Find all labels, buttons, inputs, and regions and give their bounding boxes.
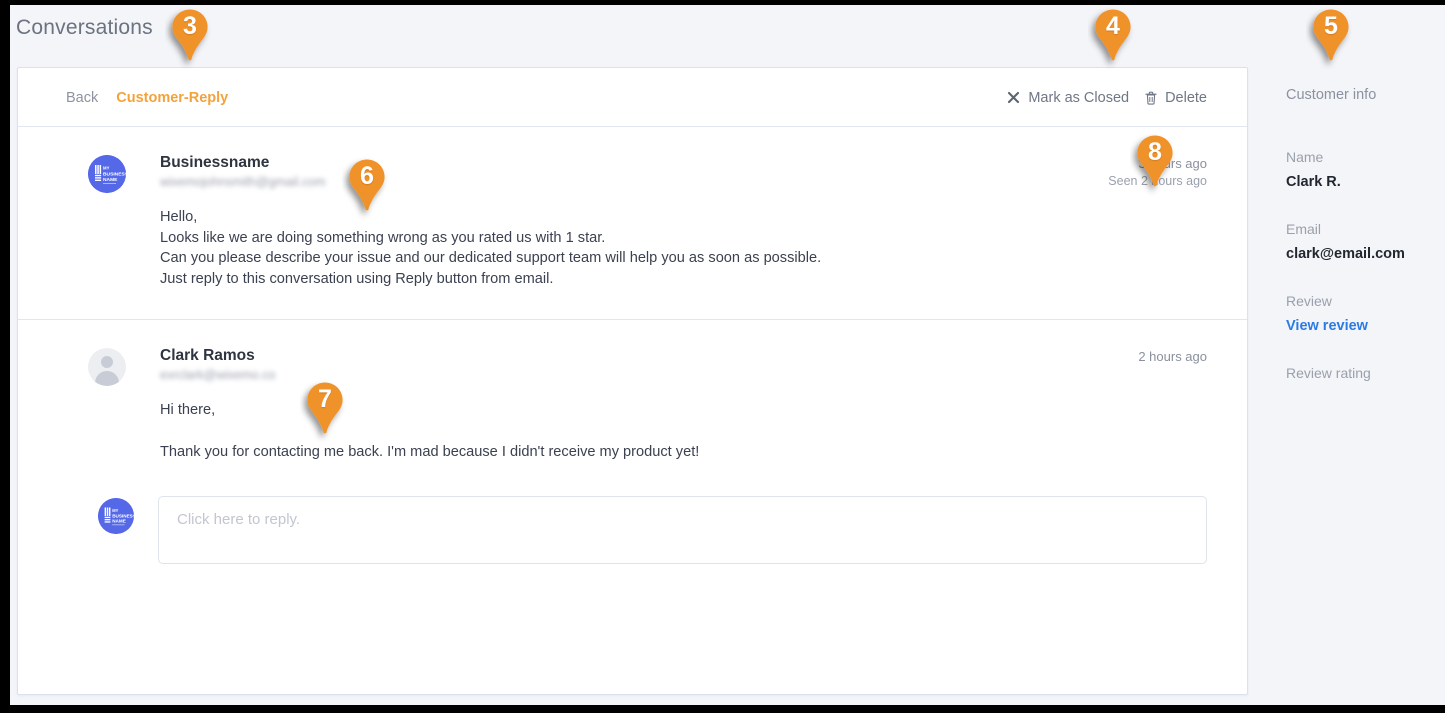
reply-row: MY BUSINESS NAME Click here to reply. [18,492,1247,604]
callout-pin-5: 5 [1306,7,1356,73]
callout-number: 8 [1148,138,1162,166]
app-viewport: Conversations Back Customer-Reply Mark a… [10,5,1445,705]
callout-pin-6: 6 [342,157,392,223]
field-label: Name [1286,149,1324,165]
message-body: Hi there, Thank you for contacting me ba… [96,400,1207,462]
callout-pin-3: 3 [165,7,215,73]
field-value: clark@email.com [1286,246,1405,262]
customer-field-review: Review View review [1286,291,1445,336]
customer-field-name: Name Clark R. [1286,147,1445,192]
message-line: Can you please describe your issue and o… [160,250,822,266]
message-header: Clark Ramos exrclark@wixemo.co 2 hours a… [96,346,1207,388]
customer-field-email: Email clark@email.com [1286,219,1445,264]
callout-number: 5 [1324,12,1338,40]
mark-as-closed-label: Mark as Closed [1028,89,1130,106]
customer-info-panel: Customer info Name Clark R. Email clark@… [1258,5,1445,705]
callout-number: 7 [318,385,332,413]
reply-input[interactable]: Click here to reply. [158,496,1207,564]
callout-pin-7: 7 [300,380,350,446]
page-title: Conversations [16,16,153,39]
delete-button[interactable]: Delete [1145,90,1207,106]
callout-number: 6 [360,162,374,190]
message-line: Just reply to this conversation using Re… [160,270,554,287]
sender-name: Clark Ramos [160,347,255,364]
callout-pin-8: 8 [1130,133,1180,199]
sender-email: wixemojohnsmith@gmail.com [160,175,326,189]
conversation-toolbar: Back Customer-Reply Mark as Closed Delet… [18,68,1247,127]
message-item: Clark Ramos exrclark@wixemo.co 2 hours a… [18,319,1247,492]
x-icon [1007,91,1020,104]
field-label: Email [1286,221,1322,237]
callout-number: 3 [183,12,197,40]
field-value: Clark R. [1286,174,1341,190]
message-line: Looks like we are doing something wrong … [160,229,606,246]
reply-avatar: MY BUSINESS NAME [98,498,134,534]
customer-info-fields: Name Clark R. Email clark@email.com Revi… [1286,87,1445,383]
toolbar-left-group: Back Customer-Reply [66,68,228,127]
message-header: Businessname wixemojohnsmith@gmail.com 3… [96,153,1207,195]
message-time: 2 hours ago [1138,349,1207,364]
callout-number: 4 [1106,12,1120,40]
business-logo-icon: MY BUSINESS NAME [98,498,134,534]
message-line: Hello, [160,209,198,225]
delete-label: Delete [1165,89,1207,106]
toolbar-right-group: Mark as Closed Delete [1007,68,1207,127]
back-button[interactable]: Back [66,90,98,106]
mark-as-closed-button[interactable]: Mark as Closed [1007,90,1129,106]
customer-info-title: Customer info [1286,87,1377,103]
svg-text:NAME: NAME [112,518,126,523]
field-label: Review rating [1286,365,1371,381]
message-timestamp-group: 2 hours ago [1138,348,1207,366]
field-label: Review [1286,293,1332,309]
svg-text:MY: MY [112,508,118,513]
trash-icon [1145,91,1157,105]
message-body: Hello, Looks like we are doing something… [96,207,1207,289]
message-item: MY BUSINESS NAME Businessname wixemojohn… [18,127,1247,319]
screenshot-frame: Conversations Back Customer-Reply Mark a… [0,0,1445,713]
conversation-tag-customer-reply[interactable]: Customer-Reply [116,90,228,106]
sender-name: Businessname [160,154,270,171]
conversation-panel: Back Customer-Reply Mark as Closed Delet… [17,67,1248,695]
customer-field-review-rating: Review rating [1286,363,1445,383]
view-review-link[interactable]: View review [1286,316,1445,336]
callout-pin-4: 4 [1088,7,1138,73]
